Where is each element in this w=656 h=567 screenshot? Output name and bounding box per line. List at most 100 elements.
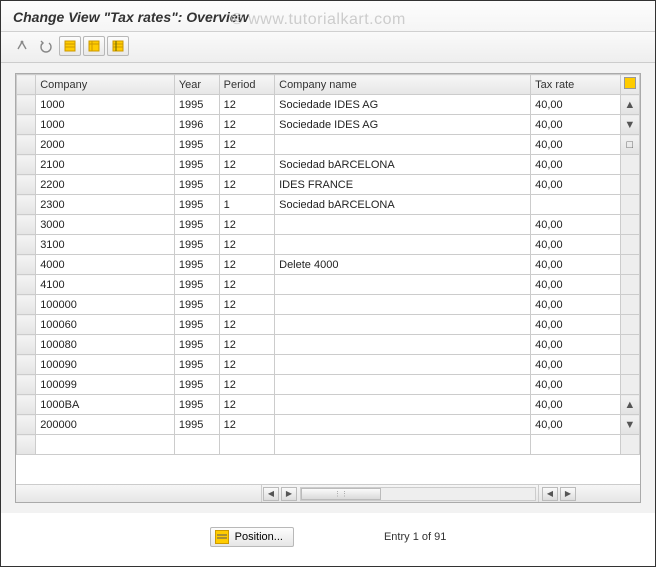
cell-company-name[interactable]: Sociedade IDES AG: [275, 115, 531, 135]
cell-tax-rate[interactable]: 40,00: [531, 235, 621, 255]
cell-company[interactable]: 2000: [36, 135, 175, 155]
col-header-year[interactable]: Year: [174, 75, 219, 95]
delete-icon[interactable]: [107, 36, 129, 56]
cell-company[interactable]: 1000: [36, 95, 175, 115]
row-selector[interactable]: [17, 375, 36, 395]
vscroll-cell[interactable]: [620, 315, 639, 335]
cell-tax-rate[interactable]: 40,00: [531, 175, 621, 195]
cell-period[interactable]: 12: [219, 115, 274, 135]
copy-icon[interactable]: [83, 36, 105, 56]
row-selector[interactable]: [17, 235, 36, 255]
new-entries-icon[interactable]: [59, 36, 81, 56]
cell-tax-rate[interactable]: 40,00: [531, 375, 621, 395]
cell-tax-rate[interactable]: 40,00: [531, 255, 621, 275]
cell-company[interactable]: 1000: [36, 115, 175, 135]
cell-period[interactable]: 12: [219, 95, 274, 115]
cell-year[interactable]: 1995: [174, 375, 219, 395]
cell-company[interactable]: 200000: [36, 415, 175, 435]
vscroll-cell[interactable]: [620, 375, 639, 395]
vscroll-cell[interactable]: [620, 235, 639, 255]
cell-year[interactable]: 1995: [174, 155, 219, 175]
cell-tax-rate[interactable]: 40,00: [531, 295, 621, 315]
configure-columns-icon[interactable]: [620, 75, 639, 95]
cell-year[interactable]: 1995: [174, 235, 219, 255]
other-view-icon[interactable]: [11, 36, 33, 56]
cell-company[interactable]: 3100: [36, 235, 175, 255]
cell-company-name[interactable]: [275, 295, 531, 315]
row-selector[interactable]: [17, 135, 36, 155]
cell-year[interactable]: 1996: [174, 115, 219, 135]
row-selector[interactable]: [17, 215, 36, 235]
cell-company[interactable]: 4100: [36, 275, 175, 295]
scroll-right-icon[interactable]: ▶: [281, 487, 297, 501]
cell-company[interactable]: 2300: [36, 195, 175, 215]
cell-year[interactable]: 1995: [174, 315, 219, 335]
row-selector[interactable]: [17, 315, 36, 335]
row-selector[interactable]: [17, 155, 36, 175]
vscroll-cell[interactable]: [620, 295, 639, 315]
row-selector[interactable]: [17, 415, 36, 435]
cell-period[interactable]: 12: [219, 375, 274, 395]
col-header-period[interactable]: Period: [219, 75, 274, 95]
cell-year[interactable]: 1995: [174, 95, 219, 115]
row-selector[interactable]: [17, 115, 36, 135]
cell-company-name[interactable]: [275, 395, 531, 415]
cell-year[interactable]: 1995: [174, 135, 219, 155]
cell-year[interactable]: 1995: [174, 255, 219, 275]
row-selector[interactable]: [17, 195, 36, 215]
cell-company-name[interactable]: [275, 335, 531, 355]
cell-tax-rate[interactable]: 40,00: [531, 215, 621, 235]
row-selector[interactable]: [17, 255, 36, 275]
col-header-company[interactable]: Company: [36, 75, 175, 95]
row-selector[interactable]: [17, 175, 36, 195]
cell-company[interactable]: 2100: [36, 155, 175, 175]
cell-company-name[interactable]: Sociedade IDES AG: [275, 95, 531, 115]
cell-company[interactable]: 1000BA: [36, 395, 175, 415]
row-selector[interactable]: [17, 335, 36, 355]
cell-tax-rate[interactable]: [531, 195, 621, 215]
cell-company-name[interactable]: [275, 215, 531, 235]
cell-period[interactable]: 12: [219, 355, 274, 375]
cell-period[interactable]: 12: [219, 235, 274, 255]
cell-period[interactable]: 12: [219, 395, 274, 415]
cell-period[interactable]: 1: [219, 195, 274, 215]
vscroll-cell[interactable]: ▼: [620, 115, 639, 135]
cell-tax-rate[interactable]: 40,00: [531, 115, 621, 135]
position-button[interactable]: Position...: [210, 527, 294, 547]
cell-tax-rate[interactable]: 40,00: [531, 275, 621, 295]
cell-tax-rate[interactable]: 40,00: [531, 315, 621, 335]
cell-company-name[interactable]: [275, 355, 531, 375]
cell-period[interactable]: 12: [219, 135, 274, 155]
cell-company[interactable]: 100060: [36, 315, 175, 335]
cell-tax-rate[interactable]: 40,00: [531, 415, 621, 435]
vscroll-cell[interactable]: [620, 255, 639, 275]
vscroll-cell[interactable]: ▲: [620, 95, 639, 115]
vscroll-cell[interactable]: [620, 175, 639, 195]
cell-year[interactable]: 1995: [174, 275, 219, 295]
vscroll-cell[interactable]: [620, 155, 639, 175]
cell-tax-rate[interactable]: 40,00: [531, 95, 621, 115]
cell-tax-rate[interactable]: 40,00: [531, 335, 621, 355]
vscroll-cell[interactable]: [620, 215, 639, 235]
cell-year[interactable]: 1995: [174, 215, 219, 235]
cell-period[interactable]: 12: [219, 415, 274, 435]
cell-company-name[interactable]: Sociedad bARCELONA: [275, 155, 531, 175]
cell-company[interactable]: 100099: [36, 375, 175, 395]
cell-company-name[interactable]: [275, 275, 531, 295]
cell-company[interactable]: 100080: [36, 335, 175, 355]
cell-period[interactable]: 12: [219, 215, 274, 235]
cell-year[interactable]: 1995: [174, 175, 219, 195]
row-selector[interactable]: [17, 275, 36, 295]
vscroll-cell[interactable]: [620, 355, 639, 375]
undo-icon[interactable]: [35, 36, 57, 56]
cell-company-name[interactable]: [275, 135, 531, 155]
cell-period[interactable]: 12: [219, 155, 274, 175]
scroll-right-2-icon[interactable]: ▶: [560, 487, 576, 501]
hscroll-track[interactable]: ⋮⋮: [300, 487, 536, 501]
vscroll-cell[interactable]: [620, 195, 639, 215]
cell-period[interactable]: 12: [219, 175, 274, 195]
cell-company-name[interactable]: [275, 235, 531, 255]
scroll-left-2-icon[interactable]: ◀: [542, 487, 558, 501]
cell-year[interactable]: 1995: [174, 355, 219, 375]
hscroll-thumb[interactable]: ⋮⋮: [301, 488, 381, 500]
